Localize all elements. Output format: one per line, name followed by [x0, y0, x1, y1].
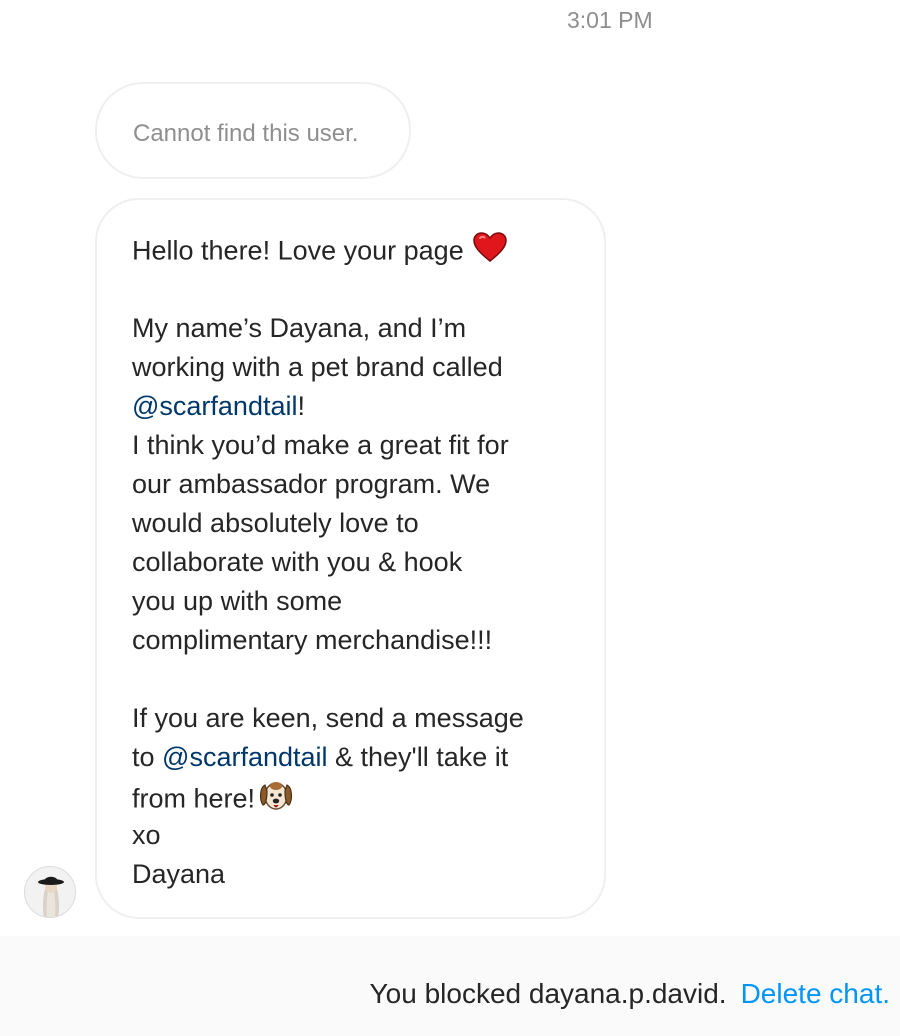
- message-text: from here!: [132, 783, 256, 814]
- message-line: Dayana: [132, 859, 226, 889]
- message-line: My name’s Dayana, and I’m: [132, 313, 467, 343]
- message-line: I think you’d make a great fit for: [132, 430, 509, 460]
- blocked-notice-text: You blocked dayana.p.david.: [369, 978, 727, 1009]
- message-line: from here!: [132, 777, 524, 816]
- message-line: our ambassador program. We: [132, 469, 491, 499]
- message-bubble[interactable]: Hello there! Love your page My name’s Da…: [95, 198, 606, 919]
- sender-avatar[interactable]: [24, 866, 76, 918]
- message-line: collaborate with you & hook: [132, 547, 463, 577]
- message-line: Hello there! Love your page: [132, 231, 524, 270]
- message-text: !: [297, 391, 305, 421]
- message-line: would absolutely love to: [132, 508, 419, 538]
- mention-link[interactable]: @scarfandtail: [132, 391, 297, 421]
- message-body: Hello there! Love your page My name’s Da…: [132, 231, 524, 894]
- delete-chat-link[interactable]: Delete chat.: [741, 978, 890, 1009]
- red-heart-icon: [472, 231, 508, 274]
- system-message-bubble: Cannot find this user.: [95, 82, 411, 179]
- message-line: If you are keen, send a message: [132, 703, 524, 733]
- blocked-notice-bar: You blocked dayana.p.david. Delete chat.: [0, 936, 900, 1036]
- message-text: & they'll take it: [327, 742, 509, 772]
- message-line: @scarfandtail!: [132, 387, 524, 426]
- message-text: to: [132, 742, 163, 772]
- blocked-notice: You blocked dayana.p.david. Delete chat.: [370, 978, 890, 1010]
- chat-thread: 3:01 PM Cannot find this user. Hello the…: [0, 0, 900, 1036]
- system-message-text: Cannot find this user.: [133, 120, 359, 147]
- profile-photo-icon: [25, 867, 75, 917]
- message-line: xo: [132, 820, 161, 850]
- message-line: you up with some: [132, 586, 343, 616]
- dog-face-icon: [257, 777, 295, 824]
- message-text: Hello there! Love your page: [132, 235, 464, 266]
- message-timestamp: 3:01 PM: [567, 7, 653, 33]
- mention-link[interactable]: @scarfandtail: [162, 742, 327, 772]
- message-line: complimentary merchandise!!!: [132, 625, 493, 655]
- message-line: working with a pet brand called: [132, 352, 503, 382]
- message-line: to @scarfandtail & they'll take it: [132, 738, 524, 777]
